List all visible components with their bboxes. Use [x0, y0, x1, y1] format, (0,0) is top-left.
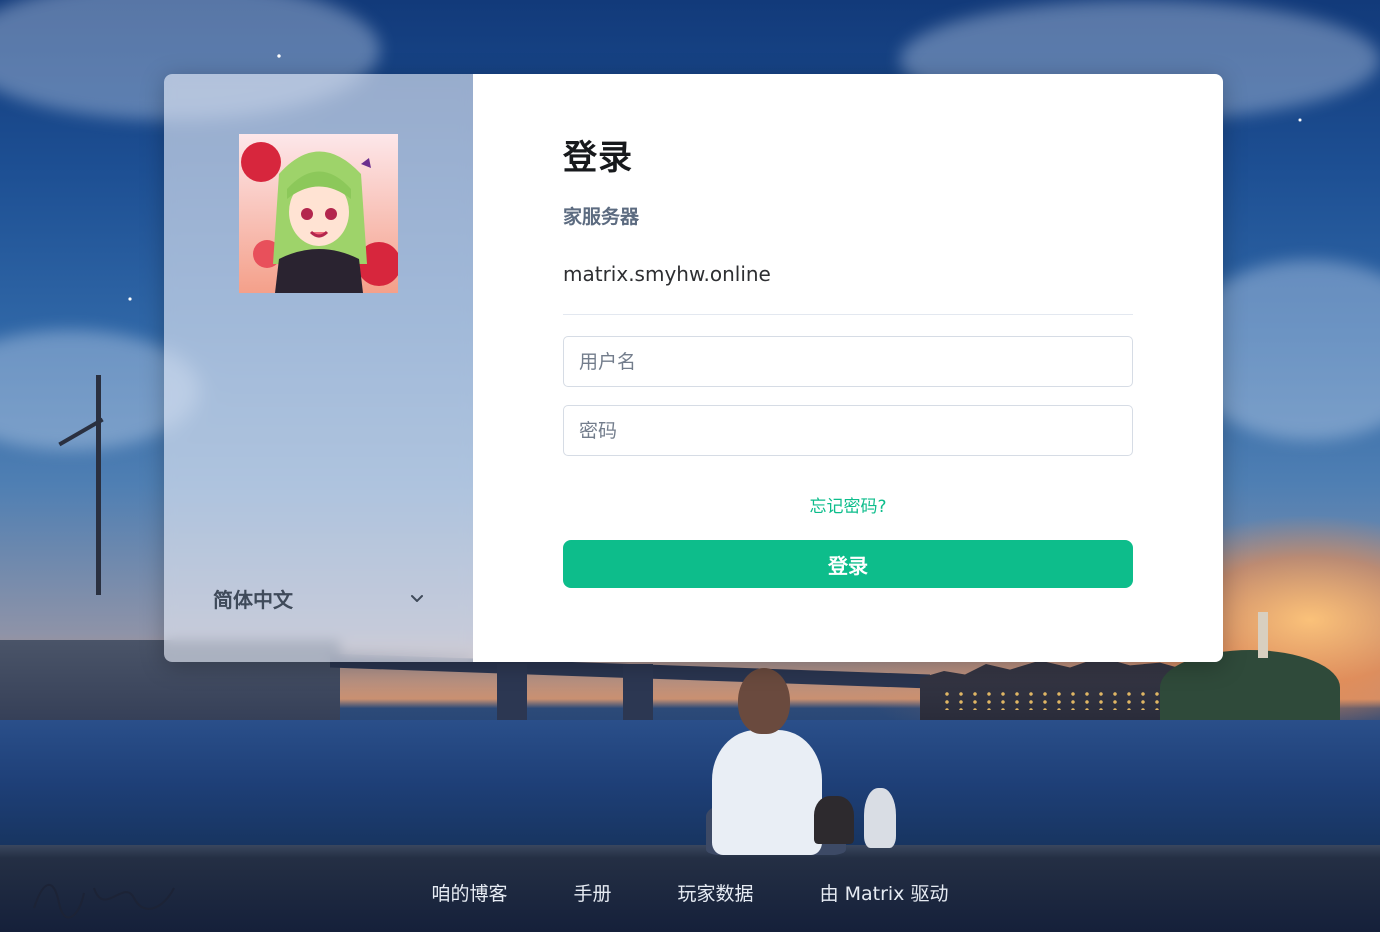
username-input[interactable] — [563, 336, 1133, 387]
footer-link-powered-by-matrix[interactable]: 由 Matrix 驱动 — [820, 879, 949, 906]
lighthouse — [1258, 612, 1268, 658]
footer-links: 咱的博客 手册 玩家数据 由 Matrix 驱动 — [0, 872, 1380, 912]
footer-link-manual[interactable]: 手册 — [574, 879, 612, 906]
footer-link-player-data[interactable]: 玩家数据 — [678, 879, 754, 906]
server-avatar — [239, 134, 398, 293]
login-card: 简体中文 登录 家服务器 matrix.smyhw.online 忘记密码? 登… — [164, 74, 1223, 662]
card-sidebar: 简体中文 — [164, 74, 473, 662]
page-title: 登录 — [563, 138, 633, 178]
girl-figure-head — [738, 668, 790, 734]
bridge-pillar — [623, 664, 653, 724]
password-input[interactable] — [563, 405, 1133, 456]
school-bag — [814, 796, 854, 844]
login-button[interactable]: 登录 — [563, 540, 1133, 588]
chevron-down-icon — [411, 595, 423, 602]
homeserver-value: matrix.smyhw.online — [563, 262, 771, 286]
divider — [563, 314, 1133, 315]
girl-figure — [712, 730, 822, 855]
language-label: 简体中文 — [213, 587, 293, 612]
language-selector[interactable]: 简体中文 — [204, 574, 434, 622]
forgot-password-link[interactable]: 忘记密码? — [563, 492, 1133, 517]
cat-figure — [864, 788, 896, 848]
sea — [0, 720, 1380, 850]
homeserver-label: 家服务器 — [563, 206, 640, 228]
footer-link-blog[interactable]: 咱的博客 — [432, 879, 508, 906]
utility-pole — [96, 375, 101, 595]
login-form: 登录 家服务器 matrix.smyhw.online 忘记密码? 登录 — [473, 74, 1223, 662]
